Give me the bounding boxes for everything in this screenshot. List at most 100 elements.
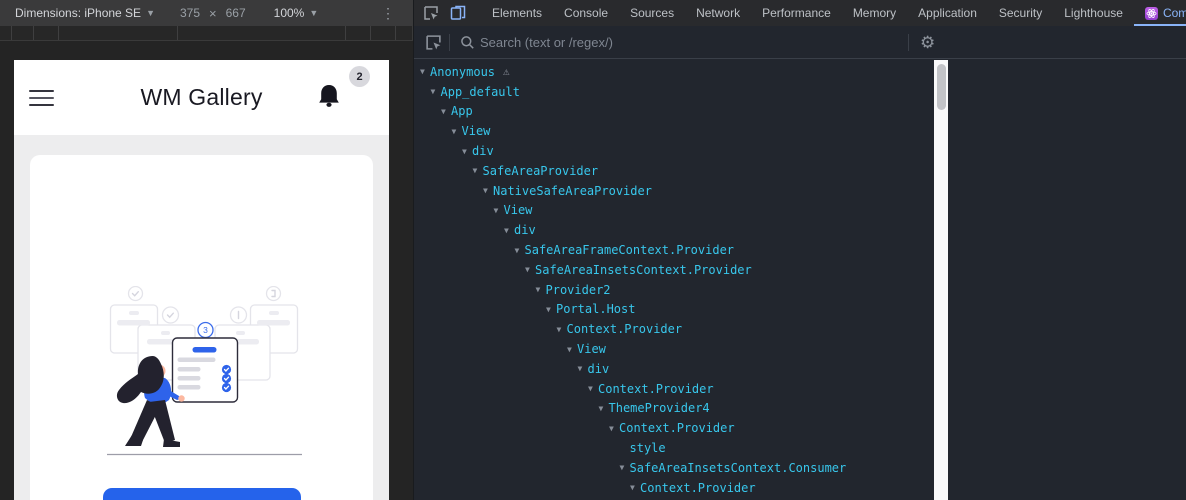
tree-row[interactable]: ▼div: [414, 141, 934, 161]
tree-row[interactable]: ▼SafeAreaFrameContext.Provider: [414, 240, 934, 260]
component-name: ThemeProvider4: [609, 401, 710, 415]
tab-security[interactable]: Security: [988, 0, 1053, 26]
tree-row[interactable]: ▼Context.Provider: [414, 478, 934, 498]
component-name: div: [588, 362, 610, 376]
inspect-element-icon[interactable]: [423, 5, 439, 21]
props-pane-empty: [948, 60, 1186, 500]
devtools-panel: Elements Console Sources NetworkPerformance…: [413, 0, 1186, 500]
tree-row[interactable]: ▼View: [414, 201, 934, 221]
expander-arrow-icon[interactable]: ▼: [473, 166, 483, 175]
tree-row[interactable]: ▼div: [414, 220, 934, 240]
tree-row[interactable]: ▼Provider2: [414, 280, 934, 300]
expander-arrow-icon[interactable]: ▼: [462, 147, 472, 156]
tree-row[interactable]: ▼SafeAreaProvider: [414, 161, 934, 181]
devtools-tabs-container: Elements Console Sources NetworkPerformance…: [481, 0, 1186, 26]
expander-arrow-icon[interactable]: ▼: [567, 345, 577, 354]
component-name: div: [472, 144, 494, 158]
notifications-button[interactable]: 2: [317, 84, 341, 111]
tab-label: Security: [999, 6, 1042, 20]
tab-label: Console: [564, 6, 608, 20]
expander-arrow-icon[interactable]: ▼: [599, 404, 609, 413]
tree-row[interactable]: ▼div: [414, 359, 934, 379]
tab-label: Elements: [492, 6, 542, 20]
component-tree: ▼Anonymous⚠▼App_default▼App▼View▼div▼Saf…: [414, 62, 934, 500]
component-name: App: [451, 104, 473, 118]
expander-arrow-icon[interactable]: ▼: [578, 364, 588, 373]
component-search-input[interactable]: [480, 26, 890, 58]
tree-row[interactable]: ▼SafeAreaInsetsContext.Consumer: [414, 458, 934, 478]
toolbar-divider: [908, 34, 909, 51]
zoom-dropdown[interactable]: 100% ▼: [274, 6, 319, 20]
component-name: Provider2: [546, 283, 611, 297]
device-screen: WM Gallery 2: [14, 60, 389, 500]
tab-application[interactable]: Application: [907, 0, 988, 26]
viewport-height-field[interactable]: 667: [226, 6, 246, 20]
tab-sources[interactable]: Sources: [619, 0, 685, 26]
expander-arrow-icon[interactable]: ▼: [483, 186, 493, 195]
tree-row[interactable]: ▼Context.Provider: [414, 379, 934, 399]
tree-row[interactable]: ▼View: [414, 339, 934, 359]
scrollbar-thumb[interactable]: [937, 64, 946, 110]
expander-arrow-icon[interactable]: ▼: [515, 246, 525, 255]
tab-memory[interactable]: Memory: [842, 0, 907, 26]
component-name: View: [577, 342, 606, 356]
gear-icon[interactable]: ⚙: [920, 30, 935, 55]
chevron-down-icon: ▼: [146, 8, 155, 18]
tab-performance[interactable]: Performance: [751, 0, 842, 26]
tree-row[interactable]: ▼Portal.Host: [414, 300, 934, 320]
expander-arrow-icon[interactable]: ▼: [546, 305, 556, 314]
component-name: SafeAreaInsetsContext.Provider: [535, 263, 752, 277]
tree-row[interactable]: ▼App: [414, 102, 934, 122]
tab-label: Sources: [630, 6, 674, 20]
tab-label: Memory: [853, 6, 896, 20]
tree-row[interactable]: style: [414, 438, 934, 458]
tab-network[interactable]: Network: [685, 0, 751, 26]
primary-action-button[interactable]: [103, 488, 301, 500]
expander-arrow-icon[interactable]: ▼: [431, 87, 441, 96]
ruler-tick: [33, 26, 34, 40]
expander-arrow-icon[interactable]: ▼: [504, 226, 514, 235]
dimensions-label: Dimensions: iPhone SE: [15, 6, 141, 20]
viewport-width-field[interactable]: 375: [180, 6, 200, 20]
tree-row[interactable]: ▼Context.Provider: [414, 319, 934, 339]
tree-row[interactable]: ▼View: [414, 121, 934, 141]
expander-arrow-icon[interactable]: ▼: [609, 424, 619, 433]
expander-arrow-icon[interactable]: ▼: [588, 384, 598, 393]
components-panel-toolbar: ⚙: [414, 26, 1186, 59]
tree-row[interactable]: ▼Anonymous⚠: [414, 62, 934, 82]
dimension-separator-icon: ×: [209, 6, 217, 21]
more-options-menu-icon[interactable]: ⋮: [381, 5, 395, 22]
device-toolbar-toggle-icon[interactable]: [450, 5, 466, 21]
expander-arrow-icon[interactable]: ▼: [630, 483, 640, 492]
component-name: Portal.Host: [556, 302, 635, 316]
tree-row[interactable]: ▼App_default: [414, 82, 934, 102]
expander-arrow-icon[interactable]: ▼: [536, 285, 546, 294]
tree-scrollbar[interactable]: [934, 60, 948, 500]
zoom-value: 100%: [274, 6, 305, 20]
expander-arrow-icon[interactable]: ▼: [557, 325, 567, 334]
expander-arrow-icon[interactable]: ▼: [420, 67, 430, 76]
tab-elements[interactable]: Elements: [481, 0, 553, 26]
svg-text:3: 3: [203, 325, 208, 335]
component-name: App_default: [441, 85, 520, 99]
tab-lighthouse[interactable]: Lighthouse: [1053, 0, 1134, 26]
dimensions-dropdown[interactable]: Dimensions: iPhone SE ▼: [15, 6, 155, 20]
expander-arrow-icon[interactable]: ▼: [452, 127, 462, 136]
ruler-tick: [58, 26, 59, 40]
expander-arrow-icon[interactable]: ▼: [525, 265, 535, 274]
expander-arrow-icon[interactable]: ▼: [494, 206, 504, 215]
tab-console[interactable]: Console: [553, 0, 619, 26]
bell-icon: [317, 84, 341, 111]
tab-components[interactable]: Components: [1134, 0, 1186, 26]
component-name: View: [462, 124, 491, 138]
component-name: View: [504, 203, 533, 217]
tree-row[interactable]: ▼SafeAreaInsetsContext.Provider: [414, 260, 934, 280]
tab-label: Application: [918, 6, 977, 20]
expander-arrow-icon[interactable]: ▼: [620, 463, 630, 472]
expander-arrow-icon[interactable]: ▼: [441, 107, 451, 116]
pick-component-icon[interactable]: [425, 34, 442, 56]
tree-row[interactable]: ▼NativeSafeAreaProvider: [414, 181, 934, 201]
ruler-tick: [177, 26, 178, 40]
tree-row[interactable]: ▼Context.Provider: [414, 418, 934, 438]
tree-row[interactable]: ▼ThemeProvider4: [414, 399, 934, 419]
